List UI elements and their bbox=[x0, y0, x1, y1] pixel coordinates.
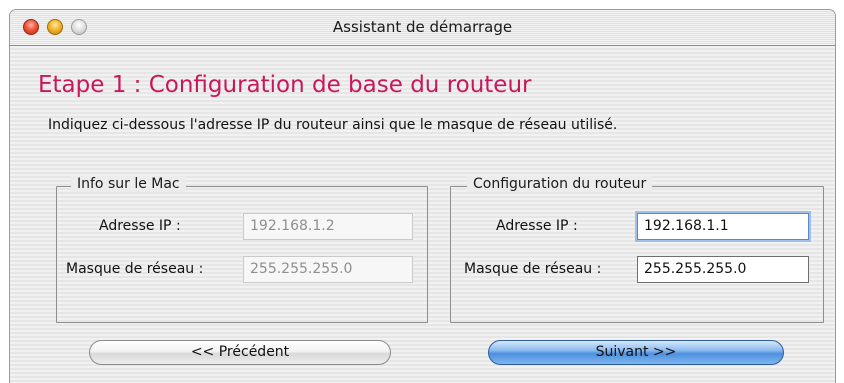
router-config-legend: Configuration du routeur bbox=[467, 176, 653, 192]
mac-info-group: Info sur le Mac Adresse IP : 192.168.1.2… bbox=[56, 176, 428, 323]
window-title: Assistant de démarrage bbox=[332, 18, 513, 36]
previous-button[interactable]: << Précédent bbox=[89, 340, 391, 365]
mac-mask-field: 255.255.255.0 bbox=[243, 256, 413, 283]
assistant-window: Assistant de démarrage Etape 1 : Configu… bbox=[9, 9, 836, 383]
step-title: Etape 1 : Configuration de base du route… bbox=[38, 72, 532, 98]
next-button[interactable]: Suivant >> bbox=[488, 340, 784, 365]
mac-info-legend: Info sur le Mac bbox=[71, 176, 186, 192]
router-config-group: Configuration du routeur Adresse IP : 19… bbox=[450, 176, 824, 323]
step-instruction: Indiquez ci-dessous l'adresse IP du rout… bbox=[48, 117, 618, 133]
router-ip-input[interactable]: 192.168.1.1 bbox=[637, 213, 809, 240]
mac-ip-field: 192.168.1.2 bbox=[243, 213, 413, 240]
mac-mask-label: Masque de réseau : bbox=[66, 261, 204, 277]
router-ip-label: Adresse IP : bbox=[496, 218, 578, 234]
router-mask-label: Masque de réseau : bbox=[464, 261, 602, 277]
mac-ip-label: Adresse IP : bbox=[99, 218, 181, 234]
router-mask-input[interactable]: 255.255.255.0 bbox=[637, 256, 809, 283]
title-bar[interactable]: Assistant de démarrage bbox=[10, 10, 835, 46]
